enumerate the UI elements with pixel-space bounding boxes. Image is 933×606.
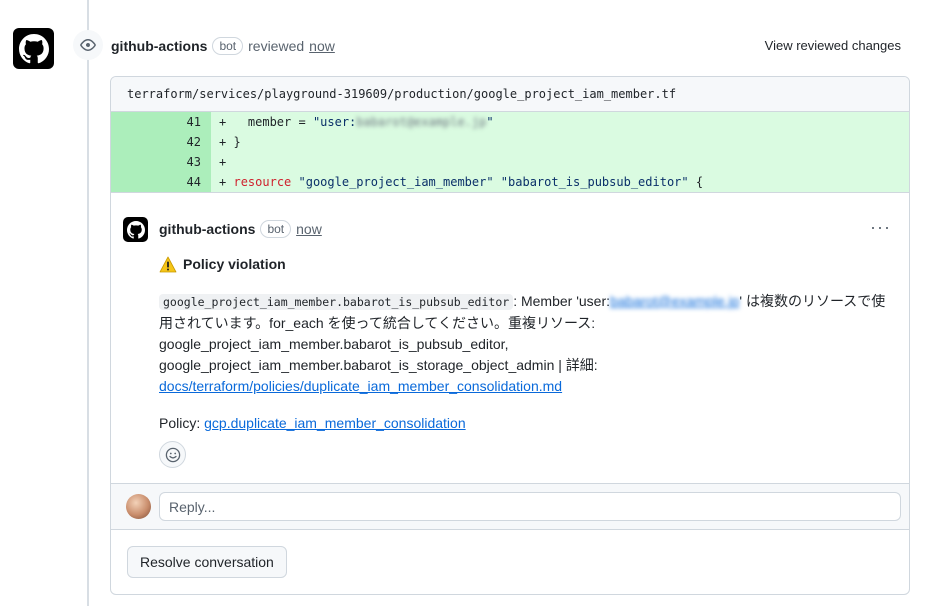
- line-number[interactable]: 41: [111, 112, 211, 132]
- github-logo-icon: [18, 33, 49, 63]
- diff-code: + member = "user:babarot@example.jp": [211, 112, 909, 132]
- comment-options-kebab-icon[interactable]: ···: [870, 217, 891, 237]
- policy-doc-link[interactable]: docs/terraform/policies/duplicate_iam_me…: [159, 378, 562, 394]
- review-header: github-actions bot reviewed now: [111, 36, 335, 56]
- reply-input[interactable]: [159, 492, 901, 521]
- line-number[interactable]: 42: [111, 132, 211, 152]
- review-action-text: reviewed: [248, 38, 305, 54]
- comment-author-link[interactable]: github-actions: [159, 219, 255, 239]
- bot-badge: bot: [212, 37, 244, 55]
- diff-line: 41 + member = "user:babarot@example.jp": [111, 112, 909, 132]
- redacted-user-link[interactable]: babarot@example.jp: [610, 293, 739, 309]
- redacted-email: babarot@example.jp: [356, 115, 487, 129]
- warning-icon: [159, 256, 177, 273]
- resource-code-ref: google_project_iam_member.babarot_is_pub…: [159, 294, 514, 310]
- diff-code: + resource "google_project_iam_member" "…: [211, 172, 909, 192]
- review-author-link[interactable]: github-actions: [111, 36, 207, 56]
- add-reaction-button[interactable]: [159, 441, 186, 468]
- diff-line: 44 + resource "google_project_iam_member…: [111, 172, 909, 192]
- comment-header: github-actions bot now: [159, 219, 322, 239]
- line-number[interactable]: 44: [111, 172, 211, 192]
- comment-author-avatar[interactable]: [123, 217, 148, 242]
- diff-code: + }: [211, 132, 909, 152]
- diff-line: 43 +: [111, 152, 909, 172]
- diff-code: +: [211, 152, 909, 172]
- current-user-avatar[interactable]: [126, 494, 151, 519]
- diff-line: 42 + }: [111, 132, 909, 152]
- reply-area: [111, 483, 909, 530]
- bot-badge: bot: [260, 220, 292, 238]
- view-reviewed-changes-link[interactable]: View reviewed changes: [765, 36, 901, 56]
- resolve-conversation-button[interactable]: Resolve conversation: [127, 546, 287, 578]
- review-thread-box: terraform/services/playground-319609/pro…: [110, 76, 910, 595]
- timeline-line: [87, 0, 89, 606]
- smiley-icon: [165, 447, 180, 462]
- policy-violation-title: Policy violation: [159, 254, 894, 275]
- github-logo-icon: [126, 220, 145, 239]
- review-comment: github-actions bot now ··· Policy violat…: [111, 192, 909, 483]
- policy-line: Policy: gcp.duplicate_iam_member_consoli…: [159, 415, 466, 431]
- comment-time-link[interactable]: now: [296, 219, 322, 239]
- file-path-header[interactable]: terraform/services/playground-319609/pro…: [111, 77, 909, 112]
- diff-table: 41 + member = "user:babarot@example.jp" …: [111, 112, 909, 192]
- github-actions-avatar[interactable]: [13, 28, 54, 69]
- violation-message: google_project_iam_member.babarot_is_pub…: [159, 293, 886, 394]
- line-number[interactable]: 43: [111, 152, 211, 172]
- eye-icon: [73, 30, 103, 60]
- policy-name-link[interactable]: gcp.duplicate_iam_member_consolidation: [204, 415, 466, 431]
- review-time-link[interactable]: now: [309, 36, 335, 56]
- comment-body: Policy violation google_project_iam_memb…: [159, 254, 894, 434]
